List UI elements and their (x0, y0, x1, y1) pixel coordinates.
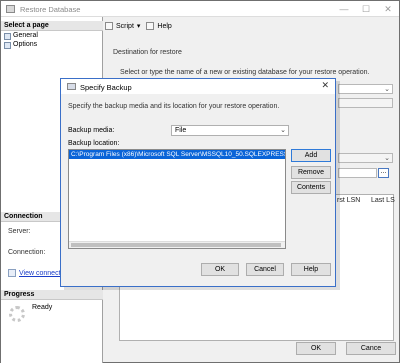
close-icon[interactable]: ✕ (321, 80, 329, 91)
page-label: General (13, 32, 38, 39)
browse-device-button[interactable]: ... (378, 168, 389, 178)
minimize-icon[interactable]: — (333, 1, 355, 17)
view-connection-link-text: View connecti (19, 269, 63, 277)
page-icon (4, 32, 11, 40)
chevron-down-icon: ⌄ (280, 127, 286, 134)
window-controls: — ☐ ✕ (333, 1, 399, 17)
source-device-field[interactable] (338, 168, 377, 178)
progress-spinner-icon (9, 306, 25, 322)
scrollbar-thumb[interactable] (71, 243, 281, 247)
chevron-down-icon: ⌄ (384, 86, 390, 93)
script-label: Script (116, 22, 134, 30)
add-button[interactable]: Add (291, 149, 331, 162)
remove-button[interactable]: Remove (291, 166, 331, 179)
progress-header: Progress (1, 290, 103, 300)
chevron-down-icon: ⌄ (384, 155, 390, 162)
database-combo[interactable]: ⌄ (338, 84, 393, 94)
script-button[interactable]: Script ▾ (105, 22, 140, 30)
backup-location-item[interactable]: C:\Program Files (x86)\Microsoft SQL Ser… (69, 150, 285, 159)
backup-media-label: Backup media: (68, 127, 115, 134)
dropdown-arrow-icon: ▾ (136, 23, 141, 30)
database-icon (6, 5, 15, 13)
maximize-icon[interactable]: ☐ (355, 1, 377, 17)
select-page-header: Select a page (1, 21, 103, 31)
window-title: Restore Database (20, 5, 81, 14)
connection-label: Connection: (8, 249, 46, 256)
backup-media-value: File (175, 127, 187, 134)
connection-properties-icon (8, 269, 16, 277)
dialog-ok-button[interactable]: OK (201, 263, 239, 276)
toolbar: Script ▾ Help (105, 22, 172, 30)
help-button[interactable]: Help (146, 22, 172, 30)
backup-icon (67, 83, 76, 90)
dialog-help-button[interactable]: Help (291, 263, 331, 276)
backup-location-label: Backup location: (68, 140, 120, 147)
progress-status: Ready (32, 304, 53, 311)
script-icon (105, 22, 113, 30)
destination-description: Select or type the name of a new or exis… (120, 69, 370, 76)
dialog-title-bar: Specify Backup ✕ (61, 79, 335, 94)
page-label: Options (13, 41, 38, 48)
help-icon (146, 22, 155, 30)
close-icon[interactable]: ✕ (377, 1, 399, 17)
help-label: Help (157, 22, 172, 30)
backup-location-list[interactable]: C:\Program Files (x86)\Microsoft SQL Ser… (68, 149, 286, 249)
page-icon (4, 41, 11, 49)
main-cancel-button[interactable]: Cance (346, 342, 396, 355)
destination-label: Destination for restore (113, 49, 182, 56)
restore-to-field (338, 98, 393, 108)
view-connection-link[interactable]: View connecti (8, 269, 62, 277)
server-label: Server: (8, 228, 31, 235)
column-header-first-lsn: rst LSN (337, 197, 361, 204)
title-bar: Restore Database — ☐ ✕ (1, 1, 399, 17)
dialog-cancel-button[interactable]: Cancel (246, 263, 284, 276)
page-item-options[interactable]: Options (4, 41, 37, 49)
page-item-general[interactable]: General (4, 32, 38, 40)
source-database-combo: ⌄ (338, 153, 393, 163)
backup-media-select[interactable]: File ⌄ (171, 125, 289, 136)
main-ok-button[interactable]: OK (296, 342, 336, 355)
horizontal-scrollbar[interactable] (69, 241, 285, 248)
dialog-description: Specify the backup media and its locatio… (68, 103, 280, 110)
dialog-title: Specify Backup (80, 83, 132, 92)
specify-backup-dialog: Specify Backup ✕ Specify the backup medi… (60, 78, 336, 287)
column-header-last-lsn: Last LS (371, 197, 395, 204)
contents-button[interactable]: Contents (291, 181, 331, 194)
